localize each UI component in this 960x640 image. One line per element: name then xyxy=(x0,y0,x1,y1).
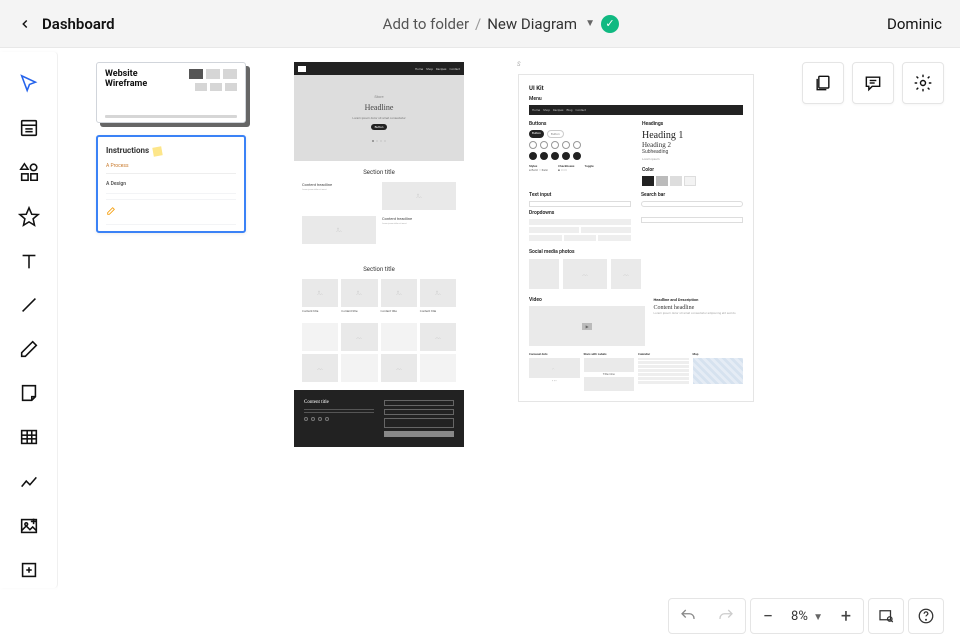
redo-button[interactable] xyxy=(707,599,745,633)
zoom-control: − 8% ▼ + xyxy=(750,598,864,634)
breadcrumb: Add to folder / New Diagram ▼ ✓ xyxy=(383,15,619,33)
canvas-actions xyxy=(802,62,944,104)
saved-check-icon: ✓ xyxy=(601,15,619,33)
pencil-tool[interactable] xyxy=(9,331,49,367)
thumb2-title: Instructions xyxy=(106,145,149,158)
shapes-tool[interactable] xyxy=(9,154,49,190)
image-tool[interactable] xyxy=(9,508,49,544)
tool-sidebar xyxy=(0,52,58,588)
wf-navbar: Home Shop Recipes Contact xyxy=(294,62,464,75)
wireframe-ui-kit[interactable]: S UI Kit Menu HomeShopRecipesBlogContact… xyxy=(518,74,754,402)
current-user[interactable]: Dominic xyxy=(887,15,942,33)
zoom-out-button[interactable]: − xyxy=(751,599,785,633)
wf-hero: Store Headline Lorem ipsum dolor sit ame… xyxy=(294,75,464,161)
comments-button[interactable] xyxy=(852,62,894,104)
breadcrumb-divider: / xyxy=(475,15,481,33)
back-to-dashboard[interactable]: Dashboard xyxy=(18,15,115,33)
bottom-toolbar: − 8% ▼ + xyxy=(652,592,960,640)
doc-name[interactable]: New Diagram xyxy=(487,15,577,33)
table-tool[interactable] xyxy=(9,419,49,455)
app-header: Dashboard Add to folder / New Diagram ▼ … xyxy=(0,0,960,48)
pencil-icon xyxy=(152,146,162,156)
wireframe-page-layout[interactable]: Home Shop Recipes Contact Store Headline… xyxy=(294,62,464,447)
page-thumb-2[interactable]: Instructions A Process A Design xyxy=(96,135,246,233)
line-tool[interactable] xyxy=(9,287,49,323)
template-tool[interactable] xyxy=(9,110,49,146)
star-tool[interactable] xyxy=(9,199,49,235)
zoom-in-button[interactable]: + xyxy=(829,599,863,633)
page-thumb-1[interactable]: Website Wireframe xyxy=(96,62,246,123)
undo-button[interactable] xyxy=(669,599,707,633)
canvas[interactable]: Website Wireframe Instructions A Process… xyxy=(58,48,960,592)
doc-menu-caret[interactable]: ▼ xyxy=(585,18,595,29)
thumb1-title: Website Wireframe xyxy=(105,69,165,109)
chart-tool[interactable] xyxy=(9,464,49,500)
pages-panel-button[interactable] xyxy=(802,62,844,104)
text-tool[interactable] xyxy=(9,243,49,279)
fit-to-screen-button[interactable] xyxy=(868,598,904,634)
frame-tool[interactable] xyxy=(9,552,49,588)
folder-link[interactable]: Add to folder xyxy=(383,15,469,33)
undo-redo-group xyxy=(668,598,746,634)
wf-footer: Content title xyxy=(294,390,464,447)
note-tool[interactable] xyxy=(9,375,49,411)
back-label: Dashboard xyxy=(42,15,115,33)
chevron-left-icon xyxy=(18,17,32,31)
page-thumbnails: Website Wireframe Instructions A Process… xyxy=(96,62,246,233)
help-button[interactable] xyxy=(908,598,944,634)
zoom-value[interactable]: 8% ▼ xyxy=(785,609,829,624)
settings-button[interactable] xyxy=(902,62,944,104)
pointer-tool[interactable] xyxy=(9,66,49,102)
